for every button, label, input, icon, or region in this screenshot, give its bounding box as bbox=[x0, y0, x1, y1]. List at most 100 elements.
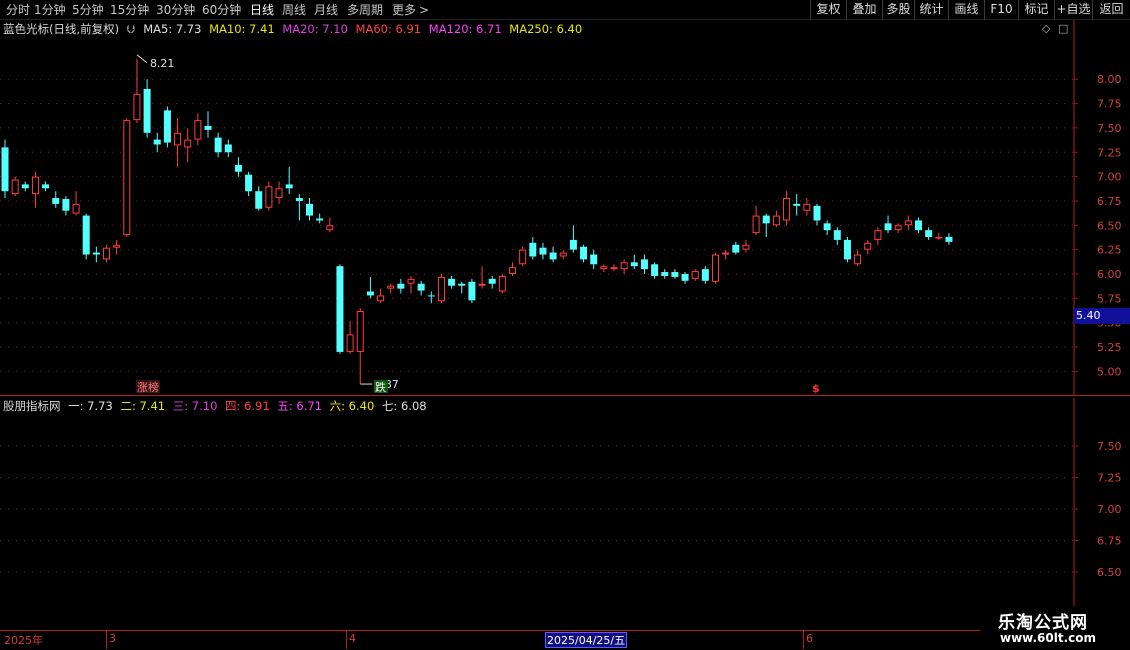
candle-body bbox=[295, 198, 303, 201]
candle bbox=[275, 181, 283, 204]
candle-body bbox=[184, 139, 192, 148]
candle bbox=[580, 244, 588, 263]
candle bbox=[874, 227, 882, 245]
period-tab-60min[interactable]: 60分钟 bbox=[202, 2, 241, 18]
y-tick-label: 7.00 bbox=[1097, 503, 1122, 516]
period-tab-timeshare[interactable]: 分时 bbox=[6, 2, 30, 18]
candle bbox=[42, 181, 50, 192]
candle bbox=[854, 249, 862, 267]
period-toolbar: 分时 1分钟 5分钟 15分钟 30分钟 60分钟 日线 周线 月线 多周期 更… bbox=[0, 0, 1130, 20]
candle-body bbox=[884, 223, 892, 231]
date-axis-month-3: 3 bbox=[109, 632, 116, 645]
period-tab-more[interactable]: 更多 > bbox=[392, 2, 429, 18]
candle-body bbox=[377, 295, 385, 302]
candle-body bbox=[793, 203, 801, 206]
candle bbox=[1, 139, 9, 199]
period-tab-daily[interactable]: 日线 bbox=[250, 2, 274, 18]
period-tab-5min[interactable]: 5分钟 bbox=[72, 2, 104, 18]
candle-body bbox=[478, 283, 486, 286]
candle bbox=[82, 213, 90, 260]
add-watchlist-button[interactable]: +自选 bbox=[1054, 0, 1092, 20]
candle bbox=[163, 106, 171, 148]
drop-badge: 跌 bbox=[375, 380, 386, 394]
period-tab-1min[interactable]: 1分钟 bbox=[34, 2, 66, 18]
candle bbox=[214, 132, 222, 158]
mark-button[interactable]: 标记 bbox=[1018, 0, 1054, 20]
multi-stock-button[interactable]: 多股 bbox=[882, 0, 914, 20]
statistics-button[interactable]: 统计 bbox=[914, 0, 948, 20]
candle bbox=[224, 139, 232, 158]
candle-body bbox=[569, 239, 577, 250]
candle-body bbox=[874, 230, 882, 240]
candle bbox=[387, 283, 395, 294]
period-tab-weekly[interactable]: 周线 bbox=[282, 2, 306, 18]
candle-body bbox=[285, 184, 293, 189]
candle bbox=[691, 269, 699, 281]
overlay-button[interactable]: 叠加 bbox=[846, 0, 882, 20]
y-tick-label: 6.00 bbox=[1097, 268, 1122, 281]
candle bbox=[306, 198, 313, 221]
candle bbox=[701, 266, 709, 284]
watermark: 乐淘公式网 www.60lt.com bbox=[980, 606, 1130, 650]
candle bbox=[285, 166, 293, 195]
candle-body bbox=[306, 203, 313, 216]
candle bbox=[529, 236, 537, 260]
candle-body bbox=[843, 239, 851, 260]
period-tab-monthly[interactable]: 月线 bbox=[314, 2, 338, 18]
candle-body bbox=[691, 271, 699, 279]
candlestick-chart[interactable]: 5.005.255.505.756.006.256.506.757.007.25… bbox=[0, 20, 1130, 396]
candle-body bbox=[661, 272, 669, 276]
candle-body bbox=[701, 269, 709, 281]
date-axis-month-4: 4 bbox=[349, 632, 356, 645]
candle bbox=[31, 171, 39, 208]
f10-button[interactable]: F10 bbox=[984, 0, 1018, 20]
candle bbox=[793, 194, 801, 216]
period-tab-15min[interactable]: 15分钟 bbox=[110, 2, 149, 18]
candle bbox=[437, 274, 445, 304]
cursor-date-label: 2025/04/25/五 bbox=[545, 632, 628, 648]
candle bbox=[143, 79, 151, 138]
candle-body bbox=[72, 203, 80, 214]
y-tick-label: 5.25 bbox=[1097, 341, 1122, 354]
candle-body bbox=[1, 147, 9, 192]
watermark-title: 乐淘公式网 bbox=[998, 613, 1088, 633]
date-tick bbox=[106, 631, 107, 649]
candle bbox=[407, 275, 415, 294]
candle bbox=[823, 220, 831, 236]
period-tab-30min[interactable]: 30分钟 bbox=[156, 2, 195, 18]
candle-body bbox=[813, 205, 821, 221]
candle-body bbox=[113, 244, 121, 248]
candle-body bbox=[712, 254, 719, 282]
indicator-chart[interactable]: 6.50 6.75 7.00 7.25 7.50 bbox=[0, 398, 1130, 630]
candle bbox=[752, 205, 760, 236]
candle bbox=[377, 288, 385, 304]
candle bbox=[630, 254, 638, 270]
candle bbox=[427, 291, 435, 304]
back-button[interactable]: 返回 bbox=[1092, 0, 1130, 20]
candle bbox=[559, 249, 567, 260]
candle bbox=[549, 246, 557, 263]
candle bbox=[468, 278, 476, 304]
draw-line-button[interactable]: 画线 bbox=[948, 0, 984, 20]
candle bbox=[194, 113, 202, 146]
y-tick-label: 7.00 bbox=[1097, 171, 1122, 184]
candle bbox=[133, 58, 141, 124]
y-tick-label: 6.25 bbox=[1097, 244, 1122, 257]
y-tick-label: 6.75 bbox=[1097, 195, 1122, 208]
y-tick-label: 7.75 bbox=[1097, 98, 1122, 111]
candle-body bbox=[427, 295, 435, 297]
candle bbox=[722, 249, 730, 260]
period-tab-multi[interactable]: 多周期 bbox=[347, 2, 383, 18]
candle bbox=[52, 191, 60, 208]
candle bbox=[904, 215, 912, 231]
y-tick-label: 6.75 bbox=[1097, 535, 1122, 548]
restore-rights-button[interactable]: 复权 bbox=[810, 0, 846, 20]
candle bbox=[843, 236, 851, 263]
candle-body bbox=[935, 236, 943, 239]
candle-body bbox=[397, 283, 405, 289]
candle bbox=[590, 249, 598, 270]
candle bbox=[681, 272, 689, 284]
candle-body bbox=[194, 120, 202, 140]
candle-body bbox=[904, 220, 912, 226]
candle bbox=[234, 157, 242, 177]
